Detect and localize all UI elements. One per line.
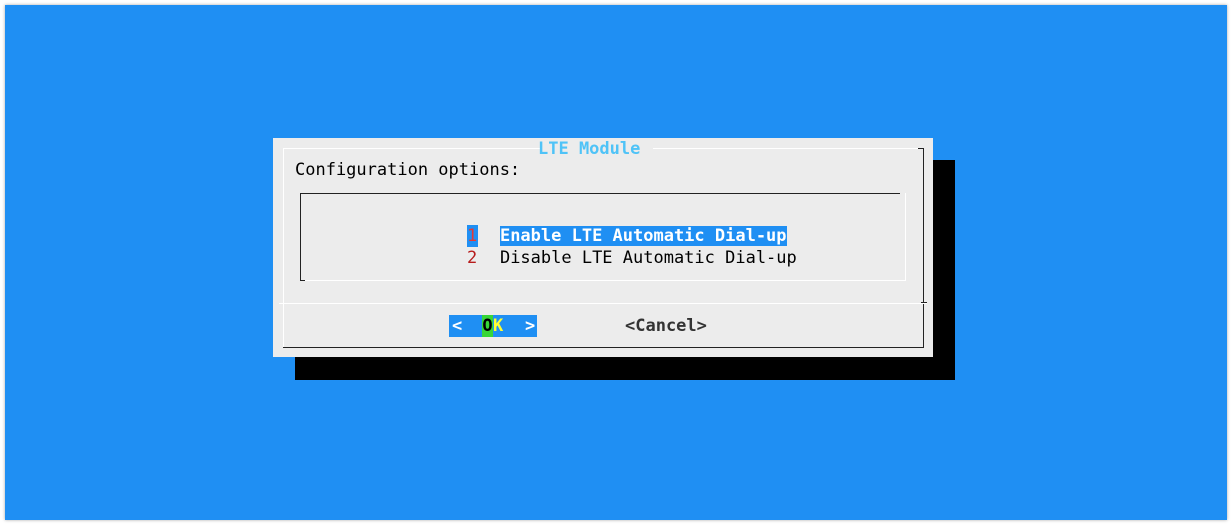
menu-item-tag: 2 <box>466 248 478 268</box>
frame-border <box>653 148 918 149</box>
cancel-button[interactable]: <Cancel> <box>625 315 707 337</box>
ok-button-right-bracket: > <box>525 316 536 336</box>
menu-item-disable-dialup[interactable]: 2 Disable LTE Automatic Dial-up <box>426 225 797 268</box>
menu-border <box>300 193 900 194</box>
menu-item-label: Disable LTE Automatic Dial-up <box>499 248 797 268</box>
ok-button-label-rest: K <box>493 316 504 336</box>
dialog-title: LTE Module <box>538 139 641 159</box>
dialog-prompt: Configuration options: <box>295 160 521 180</box>
ok-button[interactable]: < O K > <box>449 315 537 337</box>
menu-border <box>300 193 301 281</box>
frame-border <box>918 148 923 149</box>
menu-border <box>305 280 905 281</box>
button-separator <box>279 303 927 304</box>
menu-item-enable-dialup[interactable]: 1 Enable LTE Automatic Dial-up <box>426 203 787 247</box>
button-separator <box>921 302 927 303</box>
ok-button-left-bracket: < <box>452 316 463 336</box>
menu-border <box>905 193 906 281</box>
ok-button-hotkey: O <box>482 315 493 337</box>
frame-border <box>283 148 284 348</box>
frame-border <box>283 347 923 348</box>
frame-border <box>923 148 924 348</box>
lte-module-dialog: LTE Module Configuration options: 1 Enabl… <box>273 138 933 357</box>
frame-border <box>283 148 541 149</box>
